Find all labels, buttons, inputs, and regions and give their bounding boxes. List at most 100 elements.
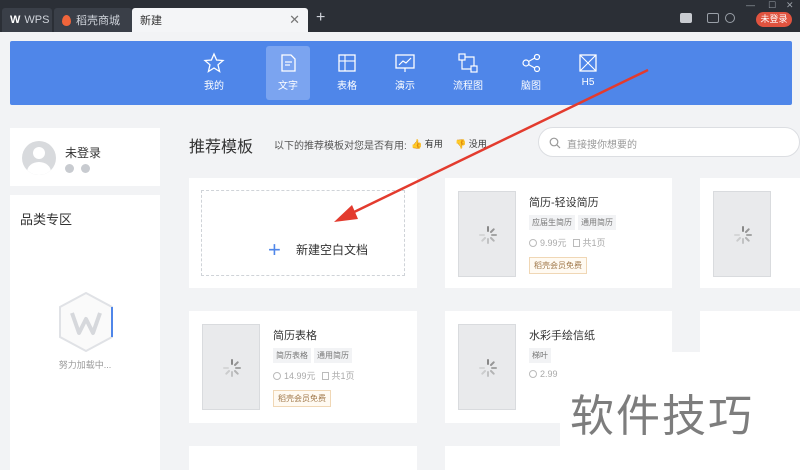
new-tab-plus-icon[interactable]: + (316, 9, 325, 27)
vip-free-badge: 稻壳会员免费 (273, 390, 331, 407)
tool-label: 演示 (395, 81, 415, 92)
useless-button[interactable]: 👎 没用 (455, 137, 487, 150)
tool-h5[interactable]: H5 (566, 46, 610, 100)
pages-icon (321, 372, 329, 380)
tool-flowchart[interactable]: 流程图 (446, 46, 490, 100)
spreadsheet-icon (338, 54, 356, 72)
flowchart-icon (458, 53, 478, 73)
coin-icon (529, 239, 537, 247)
price-row: 2.99 (529, 369, 558, 379)
tag[interactable]: 通用简历 (578, 215, 616, 230)
close-icon[interactable]: ✕ (289, 12, 300, 28)
vip-free-badge: 稻壳会员免费 (529, 257, 587, 274)
tool-label: 文字 (278, 81, 298, 92)
template-title[interactable]: 水彩手绘信纸 (529, 327, 595, 343)
tab-new[interactable]: 新建 ✕ (132, 8, 308, 32)
tag[interactable]: 通用简历 (314, 348, 352, 363)
tag[interactable]: 应届生简历 (529, 215, 575, 230)
template-card[interactable]: 简历表格 简历表格 通用简历 14.99元 共1页 稻壳会员免费 (189, 311, 417, 423)
spinner-icon (479, 359, 497, 377)
coin-icon (529, 370, 537, 378)
tool-label: H5 (581, 77, 595, 88)
spinner-icon (223, 359, 241, 377)
star-icon (203, 52, 225, 73)
template-thumbnail[interactable] (458, 324, 516, 410)
flame-icon (62, 14, 71, 26)
page-count: 共1页 (331, 371, 355, 381)
tab-label: 新建 (140, 15, 162, 27)
blank-dashed-area[interactable]: + 新建空白文档 (201, 190, 405, 276)
price: 14.99元 (284, 371, 316, 381)
useful-label: 有用 (424, 139, 443, 149)
thumb-down-icon: 👎 (455, 139, 467, 149)
tag-icon (65, 164, 74, 173)
feedback-hint: 以下的推荐模板对您是否有用: (274, 141, 407, 152)
search-icon (549, 137, 561, 149)
useless-label: 没用 (468, 139, 487, 149)
minimize-icon[interactable]: — (746, 0, 755, 10)
mindmap-icon (522, 53, 541, 73)
template-tags: 简历表格 通用简历 (273, 348, 352, 363)
tool-mine[interactable]: 我的 (192, 46, 236, 100)
login-button[interactable]: 未登录 (756, 12, 792, 27)
tab-label: 稻壳商城 (76, 15, 120, 27)
tab-wps[interactable]: W WPS (2, 8, 52, 32)
loading-text: 努力加载中... (58, 360, 112, 370)
tool-label: 脑图 (521, 81, 541, 92)
coin-icon (273, 372, 281, 380)
spinner-icon (479, 226, 497, 244)
search-input[interactable]: 直接搜你想要的 (538, 127, 800, 157)
template-thumbnail[interactable] (458, 191, 516, 277)
tool-mindmap[interactable]: 脑图 (509, 46, 553, 100)
user-panel[interactable]: 未登录 (10, 128, 160, 186)
useful-button[interactable]: 👍 有用 (411, 137, 443, 150)
badge-icon[interactable] (680, 13, 692, 23)
plus-icon: + (268, 237, 281, 262)
template-thumbnail[interactable] (713, 191, 771, 277)
template-tags: 应届生简历 通用简历 (529, 215, 616, 230)
page-count: 共1页 (582, 238, 606, 248)
maximize-icon[interactable]: ☐ (768, 0, 776, 11)
skin-icon[interactable] (707, 13, 719, 23)
tab-label: WPS (24, 14, 50, 26)
window-close-icon[interactable]: ✕ (786, 0, 794, 11)
tool-presentation[interactable]: 演示 (383, 46, 427, 100)
wps-loading-logo-icon (59, 291, 113, 353)
title-bar: W WPS 稻壳商城 新建 ✕ + — ☐ ✕ 未登录 (0, 0, 800, 32)
presentation-icon (395, 54, 415, 72)
template-thumbnail[interactable] (202, 324, 260, 410)
price: 2.99 (540, 369, 558, 379)
pages-icon (572, 239, 580, 247)
tool-label: 流程图 (453, 81, 483, 92)
tool-label: 表格 (337, 81, 357, 92)
shirt-icon[interactable] (725, 13, 735, 23)
tool-label: 我的 (204, 81, 224, 92)
template-title[interactable]: 简历表格 (273, 327, 317, 343)
new-blank-document-card[interactable]: + 新建空白文档 (189, 178, 417, 288)
user-name[interactable]: 未登录 (65, 144, 101, 161)
price-row: 9.99元 共1页 (529, 236, 606, 249)
tab-docer-shop[interactable]: 稻壳商城 (54, 8, 132, 32)
watermark-text: 软件技巧 (570, 392, 754, 441)
template-tags: 梯叶 (529, 348, 551, 363)
new-blank-label: 新建空白文档 (296, 243, 369, 257)
price: 9.99元 (540, 238, 567, 248)
wps-logo-icon: W (10, 14, 21, 26)
doc-type-toolbar: 我的 文字 表格 演示 流程图 脑图 H5 (10, 41, 792, 105)
avatar[interactable] (22, 141, 56, 175)
check-icon (81, 164, 90, 173)
page-title: 推荐模板 (189, 139, 254, 156)
template-title[interactable]: 简历-轻设简历 (529, 194, 599, 210)
category-title: 品类专区 (20, 212, 73, 227)
template-card-partial[interactable] (189, 446, 417, 470)
template-card[interactable]: 简历-轻设简历 应届生简历 通用简历 9.99元 共1页 稻壳会员免费 (445, 178, 672, 288)
template-card-partial[interactable] (700, 178, 800, 288)
document-icon (281, 54, 296, 72)
spinner-icon (734, 226, 752, 244)
tag[interactable]: 梯叶 (529, 348, 551, 363)
tool-text[interactable]: 文字 (266, 46, 310, 100)
tool-sheet[interactable]: 表格 (325, 46, 369, 100)
category-panel: 品类专区 努力加载中... (10, 195, 160, 470)
price-row: 14.99元 共1页 (273, 369, 355, 382)
tag[interactable]: 简历表格 (273, 348, 311, 363)
